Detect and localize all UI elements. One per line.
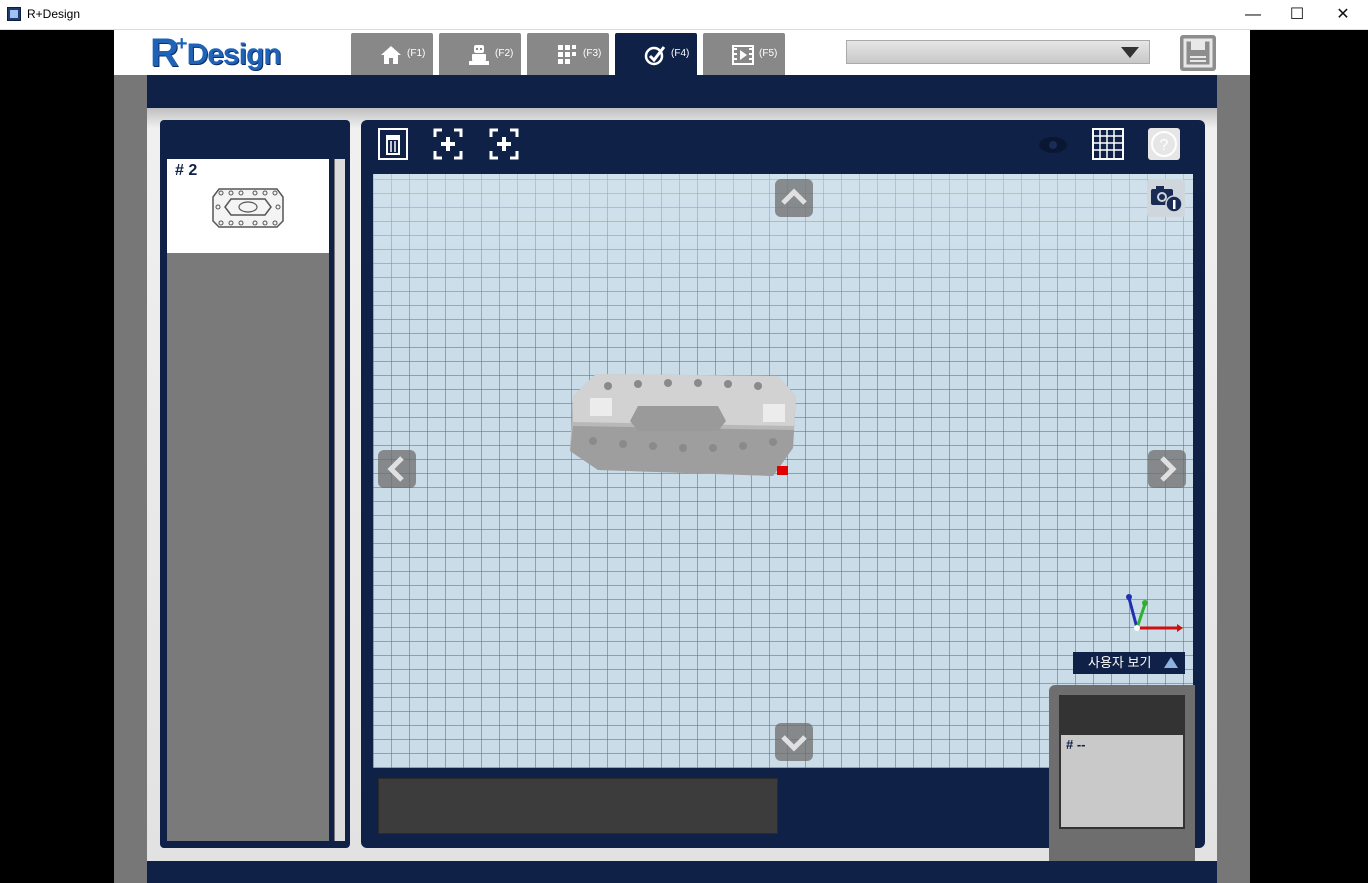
parts-list-scrollbar[interactable]	[334, 159, 345, 841]
play-video-icon	[732, 45, 754, 65]
axis-gizmo-icon	[1126, 594, 1183, 632]
focus-all-icon	[489, 128, 519, 160]
screenshot-button[interactable]	[1147, 179, 1185, 217]
right-margin	[1217, 75, 1250, 883]
rotate-down-button[interactable]	[775, 723, 813, 761]
logo-plus: +	[175, 33, 188, 55]
mini-preview-panel: # --	[1049, 685, 1195, 863]
3d-viewport[interactable]: 사용자 보기	[373, 174, 1193, 768]
tab-video-key: (F5)	[759, 48, 778, 59]
focus-all-button[interactable]	[488, 127, 520, 161]
app-header: R + Design (F1) (F2) (F3) (F4) (F5)	[114, 30, 1250, 75]
tab-robot-key: (F2)	[495, 48, 514, 59]
model-select-dropdown[interactable]	[846, 40, 1150, 64]
parts-list[interactable]	[167, 159, 329, 841]
focus-target-button[interactable]	[432, 127, 464, 161]
footer-bar	[147, 861, 1217, 883]
list-item[interactable]: # 2	[167, 159, 329, 253]
logo-text: Design	[186, 38, 282, 71]
left-margin	[114, 75, 147, 883]
app-window: R + Design (F1) (F2) (F3) (F4) (F5) # 2 …	[114, 30, 1250, 883]
tab-video[interactable]: (F5)	[703, 33, 785, 75]
part-thumbnail	[212, 188, 284, 228]
svg-text:?: ?	[1160, 137, 1169, 154]
visibility-toggle[interactable]	[1036, 135, 1070, 155]
chevron-down-icon	[1121, 47, 1139, 58]
home-icon	[381, 46, 401, 64]
maximize-button[interactable]: ☐	[1274, 0, 1320, 30]
window-title: R+Design	[27, 7, 81, 21]
view-mode-label: 사용자 보기	[1088, 655, 1152, 670]
status-message-box	[378, 778, 778, 834]
list-item-label: # 2	[175, 162, 198, 179]
delete-icon	[378, 128, 408, 160]
tab-parts[interactable]: (F3)	[527, 33, 609, 75]
rotate-right-button[interactable]	[1148, 450, 1186, 488]
focus-target-icon	[433, 128, 463, 160]
rotate-up-button[interactable]	[775, 179, 813, 217]
mini-preview-card[interactable]: # --	[1059, 733, 1185, 829]
app-icon	[7, 7, 21, 21]
check-assembly-icon	[644, 46, 666, 66]
selection-marker	[777, 466, 788, 475]
close-button[interactable]: ✕	[1320, 0, 1366, 30]
save-icon	[1183, 38, 1213, 68]
tab-parts-key: (F3)	[583, 48, 602, 59]
tab-check-key: (F4)	[671, 48, 690, 59]
tab-home[interactable]: (F1)	[351, 33, 433, 75]
help-button[interactable]: ?	[1147, 127, 1180, 161]
help-icon: ?	[1148, 128, 1180, 160]
chevron-right-icon	[1160, 456, 1177, 482]
chevron-down-icon	[781, 735, 807, 752]
window-titlebar: R+Design — ☐ ✕	[0, 0, 1368, 30]
tab-home-key: (F1)	[407, 48, 426, 59]
app-logo: R + Design	[150, 31, 282, 75]
save-button[interactable]	[1180, 35, 1216, 71]
tab-robot[interactable]: (F2)	[439, 33, 521, 75]
tab-check[interactable]: (F4)	[615, 33, 697, 75]
delete-button[interactable]	[377, 127, 409, 161]
parts-grid-icon	[558, 45, 576, 64]
view-mode-selector[interactable]: 사용자 보기	[1073, 652, 1185, 674]
robot-icon	[469, 45, 489, 65]
chevron-left-icon	[387, 456, 404, 482]
minimize-button[interactable]: —	[1230, 0, 1276, 30]
logo-r: R	[150, 31, 179, 75]
rotate-left-button[interactable]	[378, 450, 416, 488]
triangle-up-icon	[1164, 657, 1178, 668]
eye-icon	[1039, 137, 1067, 153]
mini-preview-header	[1059, 695, 1185, 733]
mini-preview-label: # --	[1066, 737, 1086, 752]
chevron-up-icon	[781, 188, 807, 205]
grid-icon	[1092, 128, 1124, 160]
camera-icon	[1151, 186, 1183, 213]
3d-model-frame	[570, 374, 796, 476]
grid-toggle-button[interactable]	[1091, 127, 1124, 161]
sub-header-bar	[147, 75, 1217, 108]
